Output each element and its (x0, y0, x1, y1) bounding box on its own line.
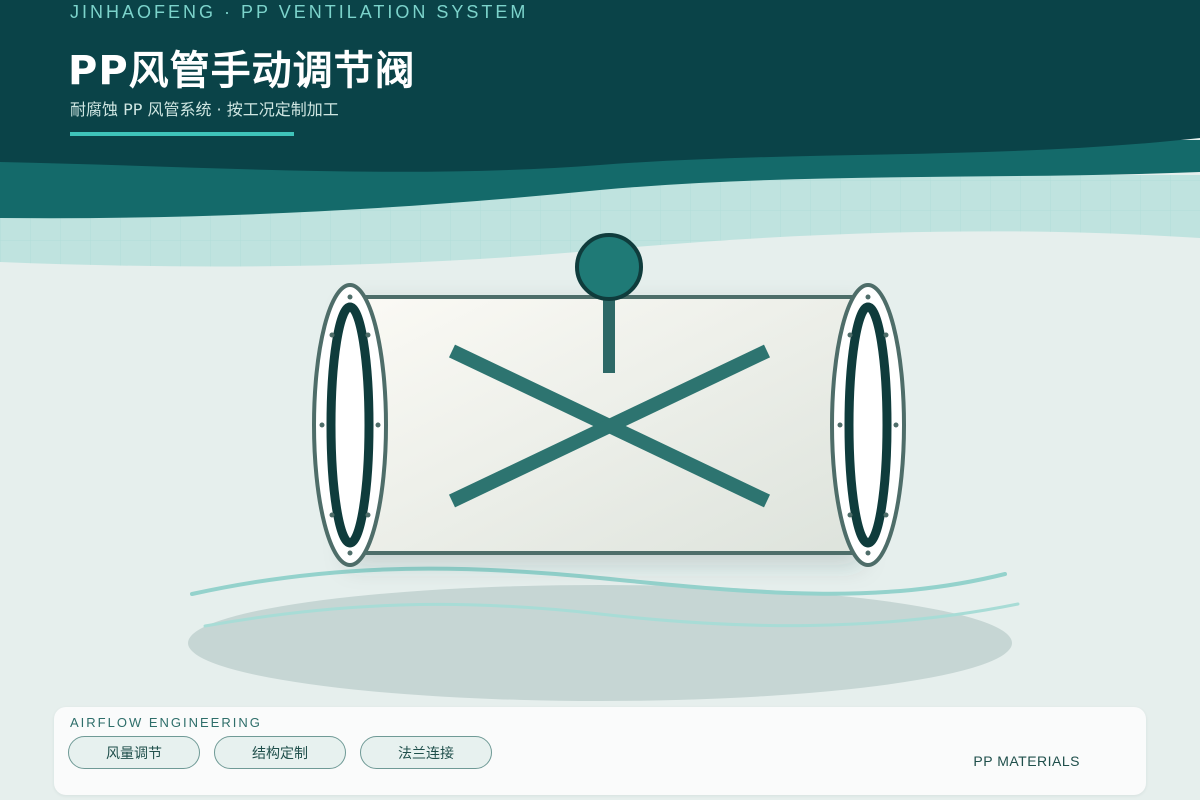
page-title: PP风管手动调节阀 (68, 48, 416, 94)
info-panel: AIRFLOW ENGINEERING 风量调节 结构定制 法兰连接 PP MA… (54, 707, 1146, 795)
flange-left (312, 283, 388, 567)
handle-knob (575, 233, 643, 301)
feature-tag-list: 风量调节 结构定制 法兰连接 (68, 736, 492, 769)
tag-flange-connection[interactable]: 法兰连接 (360, 736, 492, 769)
valve-illustration-scene (0, 0, 1200, 800)
tag-airflow-regulation[interactable]: 风量调节 (68, 736, 200, 769)
materials-label: PP MATERIALS (973, 753, 1080, 769)
flange-right (830, 283, 906, 567)
title-accent-bar (70, 132, 294, 136)
page-subtitle: 耐腐蚀 PP 风管系统 · 按工况定制加工 (70, 100, 339, 119)
panel-label: AIRFLOW ENGINEERING (70, 715, 262, 730)
ground-shadow (188, 585, 1012, 701)
tag-custom-structure[interactable]: 结构定制 (214, 736, 346, 769)
brand-eyebrow: JINHAOFENG · PP VENTILATION SYSTEM (70, 2, 529, 22)
